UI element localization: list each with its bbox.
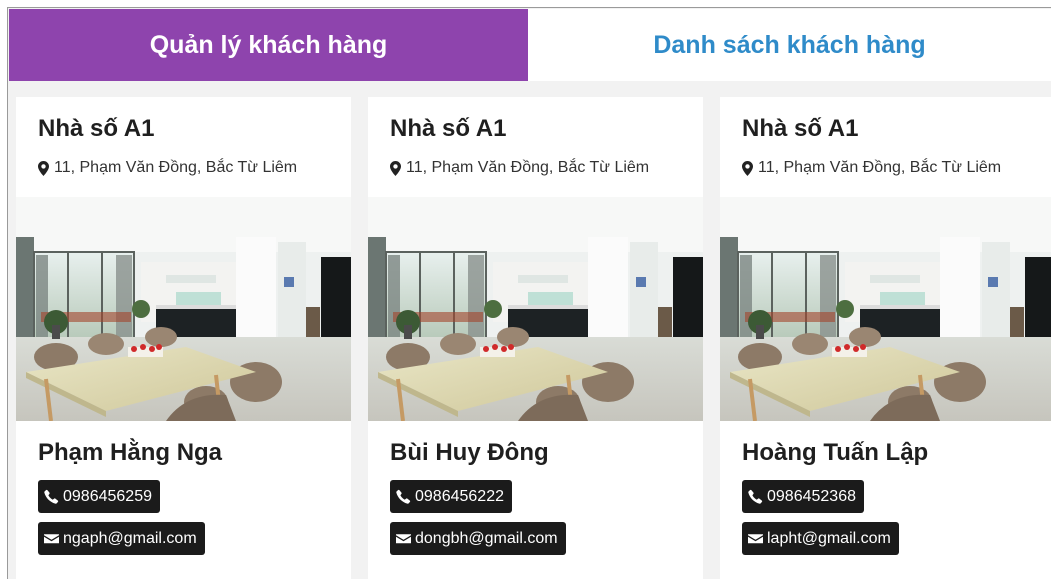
tab-customer-management[interactable]: Quản lý khách hàng bbox=[9, 9, 528, 81]
customer-name: Phạm Hằng Nga bbox=[38, 439, 223, 466]
phone-badge[interactable]: 0986456259 bbox=[38, 480, 160, 513]
map-marker-icon bbox=[38, 160, 49, 176]
tab-bar: Quản lý khách hàng Danh sách khách hàng bbox=[9, 9, 1051, 81]
email-badge[interactable]: dongbh@gmail.com bbox=[390, 522, 566, 555]
house-title: Nhà số A1 bbox=[390, 115, 507, 142]
phone-badge[interactable]: 0986452368 bbox=[742, 480, 864, 513]
email-badge[interactable]: lapht@gmail.com bbox=[742, 522, 899, 555]
phone-badge[interactable]: 0986456222 bbox=[390, 480, 512, 513]
email-address: lapht@gmail.com bbox=[767, 529, 891, 547]
customer-name: Hoàng Tuấn Lập bbox=[742, 439, 929, 466]
house-address: 11, Phạm Văn Đồng, Bắc Từ Liêm bbox=[390, 159, 649, 177]
address-text: 11, Phạm Văn Đồng, Bắc Từ Liêm bbox=[406, 159, 650, 176]
customer-card: Nhà số A1 11, Phạm Văn Đồng, Bắc Từ Liêm… bbox=[16, 97, 351, 579]
house-photo bbox=[720, 197, 1051, 421]
tab-customer-list[interactable]: Danh sách khách hàng bbox=[528, 9, 1051, 81]
email-address: dongbh@gmail.com bbox=[415, 529, 558, 547]
house-photo bbox=[368, 197, 703, 421]
customer-card: Nhà số A1 11, Phạm Văn Đồng, Bắc Từ Liêm… bbox=[720, 97, 1051, 579]
phone-icon bbox=[396, 489, 411, 504]
envelope-icon bbox=[748, 534, 763, 544]
envelope-icon bbox=[44, 534, 59, 544]
phone-icon bbox=[44, 489, 59, 504]
house-title: Nhà số A1 bbox=[38, 115, 155, 142]
house-address: 11, Phạm Văn Đồng, Bắc Từ Liêm bbox=[742, 159, 1001, 177]
map-marker-icon bbox=[742, 160, 753, 176]
house-photo bbox=[16, 197, 351, 421]
address-text: 11, Phạm Văn Đồng, Bắc Từ Liêm bbox=[54, 159, 298, 176]
email-address: ngaph@gmail.com bbox=[63, 529, 197, 547]
envelope-icon bbox=[396, 534, 411, 544]
phone-number: 0986456259 bbox=[63, 487, 152, 505]
phone-number: 0986456222 bbox=[415, 487, 504, 505]
customer-card: Nhà số A1 11, Phạm Văn Đồng, Bắc Từ Liêm… bbox=[368, 97, 703, 579]
phone-number: 0986452368 bbox=[767, 487, 856, 505]
address-text: 11, Phạm Văn Đồng, Bắc Từ Liêm bbox=[758, 159, 1002, 176]
house-title: Nhà số A1 bbox=[742, 115, 859, 142]
map-marker-icon bbox=[390, 160, 401, 176]
email-badge[interactable]: ngaph@gmail.com bbox=[38, 522, 205, 555]
customer-name: Bùi Huy Đông bbox=[390, 439, 549, 466]
phone-icon bbox=[748, 489, 763, 504]
house-address: 11, Phạm Văn Đồng, Bắc Từ Liêm bbox=[38, 159, 297, 177]
